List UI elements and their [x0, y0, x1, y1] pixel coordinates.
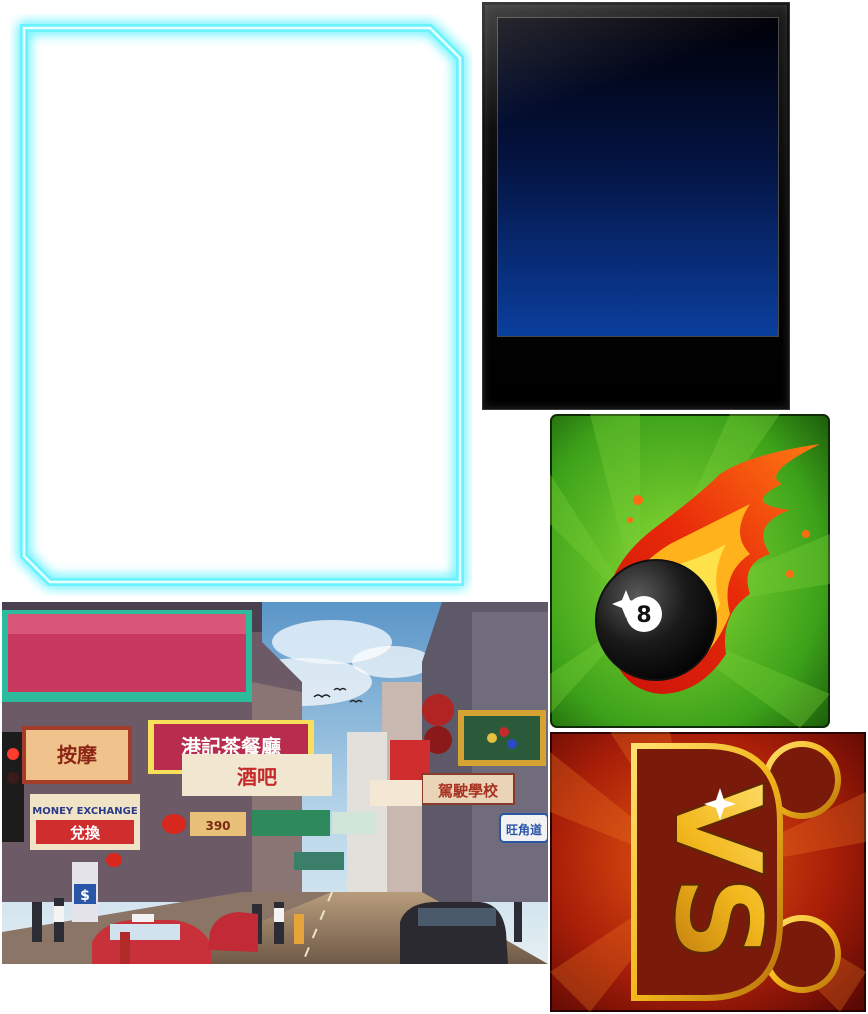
street-scene-art: 按摩 港記茶餐廳 酒吧 MONEY EXCHANGE 兌換 390 駕駛學校 旺… — [2, 602, 548, 964]
massage-sign-text: 按摩 — [57, 743, 97, 767]
fireball-8ball-icon: 8 — [550, 414, 830, 728]
money-exchange-sign-text: MONEY EXCHANGE — [32, 806, 138, 817]
driving-school-sign-text: 駕駛學校 — [438, 782, 499, 800]
vs-versus-tile: VS — [550, 732, 866, 1012]
street-scene-background: 按摩 港記茶餐廳 酒吧 MONEY EXCHANGE 兌換 390 駕駛學校 旺… — [2, 602, 548, 964]
dark-card-screen — [497, 17, 779, 337]
price-sign-text: 390 — [205, 819, 230, 833]
exchange-cn-sign-text: 兌換 — [70, 824, 101, 842]
ball-number-text: 8 — [636, 603, 651, 628]
currency-sign-text: $ — [80, 888, 90, 904]
street-name-sign-text: 旺角道 — [506, 822, 542, 837]
neon-card-frame — [20, 24, 464, 586]
dark-card-frame — [482, 2, 790, 410]
bar-sign-text: 酒吧 — [237, 765, 277, 789]
